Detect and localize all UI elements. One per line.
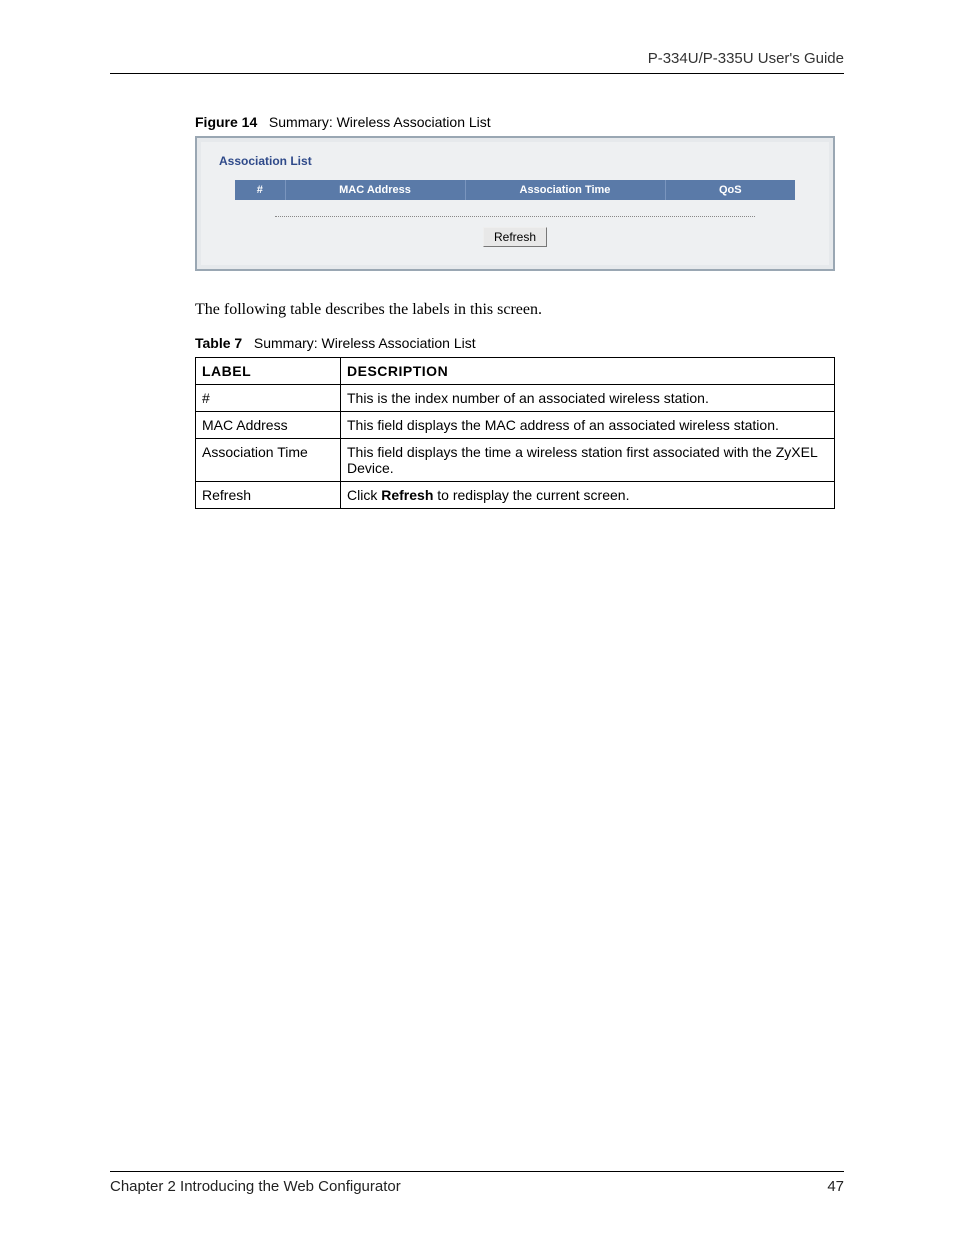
table-label: Table 7: [195, 335, 242, 351]
row-desc: This field displays the time a wireless …: [341, 439, 835, 482]
table-header-label: LABEL: [196, 358, 341, 385]
table-header-description: DESCRIPTION: [341, 358, 835, 385]
col-header-association-time: Association Time: [465, 180, 665, 200]
table-row: Association Time This field displays the…: [196, 439, 835, 482]
page-footer: Chapter 2 Introducing the Web Configurat…: [110, 1171, 844, 1195]
row-label: #: [196, 385, 341, 412]
divider-dotted: [275, 216, 755, 217]
table-row: # This is the index number of an associa…: [196, 385, 835, 412]
header-rule: [110, 73, 844, 74]
screenshot-inner: Association List # MAC Address Associati…: [201, 142, 829, 265]
row-desc: Click Refresh to redisplay the current s…: [341, 482, 835, 509]
description-table: LABEL DESCRIPTION # This is the index nu…: [195, 357, 835, 509]
footer-chapter: Chapter 2 Introducing the Web Configurat…: [110, 1178, 401, 1195]
col-header-qos: QoS: [665, 180, 795, 200]
row-label: MAC Address: [196, 412, 341, 439]
footer-rule: [110, 1171, 844, 1172]
association-list-title: Association List: [219, 154, 811, 168]
table-header-row: LABEL DESCRIPTION: [196, 358, 835, 385]
figure-label: Figure 14: [195, 114, 257, 130]
table-caption: Table 7 Summary: Wireless Association Li…: [195, 335, 844, 351]
row-desc: This field displays the MAC address of a…: [341, 412, 835, 439]
table-row: MAC Address This field displays the MAC …: [196, 412, 835, 439]
screenshot-panel: Association List # MAC Address Associati…: [195, 136, 835, 271]
figure-caption: Figure 14 Summary: Wireless Association …: [195, 114, 844, 130]
col-header-mac-address: MAC Address: [285, 180, 465, 200]
footer-page-number: 47: [827, 1178, 844, 1195]
header-guide-title: P-334U/P-335U User's Guide: [110, 50, 844, 73]
row-desc: This is the index number of an associate…: [341, 385, 835, 412]
col-header-index: #: [235, 180, 285, 200]
figure-title: Summary: Wireless Association List: [269, 114, 491, 130]
table-title: Summary: Wireless Association List: [254, 335, 476, 351]
association-list-table: # MAC Address Association Time QoS: [235, 180, 795, 200]
table-row: Refresh Click Refresh to redisplay the c…: [196, 482, 835, 509]
intro-paragraph: The following table describes the labels…: [195, 301, 844, 319]
refresh-button[interactable]: Refresh: [483, 227, 547, 247]
row-label: Refresh: [196, 482, 341, 509]
row-label: Association Time: [196, 439, 341, 482]
